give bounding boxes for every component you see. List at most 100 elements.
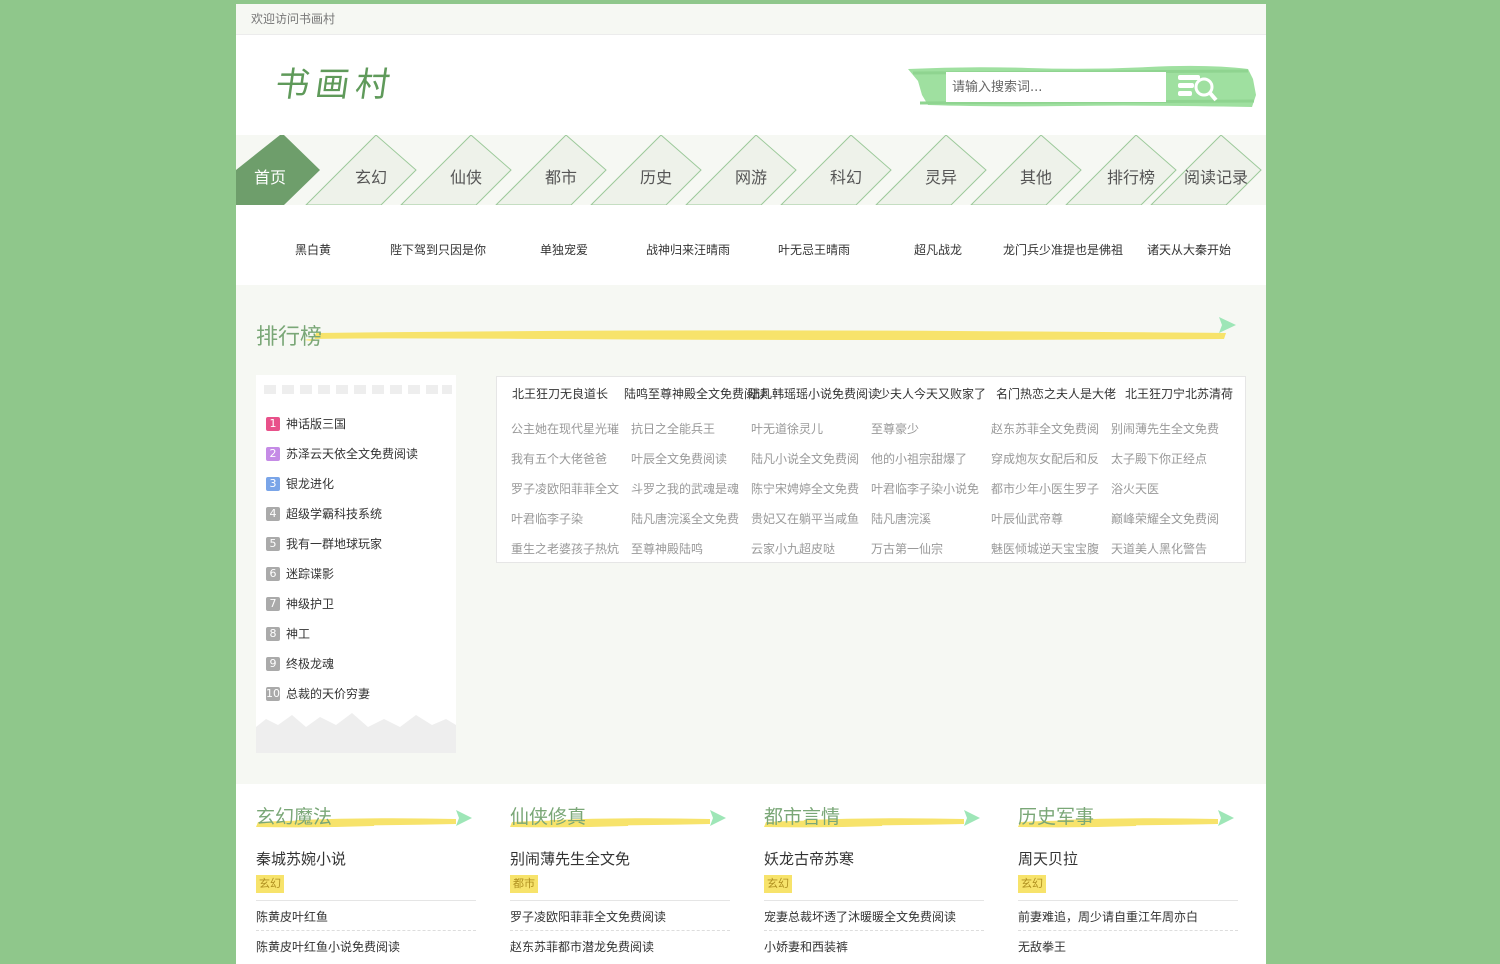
ranking-grid-link[interactable]: 重生之老婆孩子热炕 xyxy=(511,540,623,557)
header: 书画村 xyxy=(236,35,1266,135)
category-book-link[interactable]: 赵东苏菲都市潜龙免费阅读 xyxy=(510,938,654,955)
ranking-header-link[interactable]: 陆鸣至尊神殿全文免费阅读 xyxy=(624,385,768,402)
category-divider xyxy=(764,930,984,931)
category-box: 仙侠修真别闹薄先生全文免 都市罗子凌欧阳菲菲全文免费阅读 赵东苏菲都市潜龙免费阅读 xyxy=(510,784,732,964)
category-featured-book[interactable]: 妖龙古帝苏寒 xyxy=(764,848,854,869)
search-input[interactable] xyxy=(946,72,1166,102)
hot-searches: 黑白黄 陛下驾到只因是你 单独宠爱 战神归来汪晴雨 叶无忌王晴雨 超凡战龙 龙门兵少准提也是… xyxy=(236,205,1266,285)
nav-item-1[interactable]: 玄幻 xyxy=(331,135,411,205)
ranking-grid-link[interactable]: 抗日之全能兵王 xyxy=(631,420,743,437)
category-featured-book[interactable]: 秦城苏婉小说 xyxy=(256,848,346,869)
ranking-grid-link[interactable]: 贵妃又在躺平当咸鱼 xyxy=(751,510,863,527)
top10-list: 1 神话版三国 2 苏泽云天依全文免费阅读 3 银龙进化 4 超级学霸科技系统 5 我有一群地球玩… xyxy=(256,375,456,753)
nav-item-9[interactable]: 排行榜 xyxy=(1091,135,1171,205)
category-title: 玄幻魔法 xyxy=(256,806,333,828)
category-book-link[interactable]: 陈黄皮叶红鱼 xyxy=(256,908,328,925)
hot-search-link[interactable]: 超凡战龙 xyxy=(914,241,962,258)
category-book-link[interactable]: 前妻难追，周少请自重江年周亦白 xyxy=(1018,908,1198,925)
ranking-grid-link[interactable]: 至尊豪少 xyxy=(871,420,983,437)
ranking-grid-link[interactable]: 云家小九超皮哒 xyxy=(751,540,863,557)
ranking-section: 排行榜 1 神话版三国 2 苏泽云天依全文免费阅读 3 银龙进化 4 超级学霸科技系统 5 我有一… xyxy=(236,285,1266,785)
category-tag-badge: 玄幻 xyxy=(764,875,792,893)
ranking-grid-link[interactable]: 叶无道徐灵儿 xyxy=(751,420,863,437)
ranking-grid-link[interactable]: 叶辰仙武帝尊 xyxy=(991,510,1103,527)
ranking-grid-link[interactable]: 他的小祖宗甜爆了 xyxy=(871,450,983,467)
category-book-link[interactable]: 无敌拳王 xyxy=(1018,938,1066,955)
ranking-grid-link[interactable]: 陆凡小说全文免费阅 xyxy=(751,450,863,467)
nav-item-3[interactable]: 都市 xyxy=(521,135,601,205)
ranking-title-underline xyxy=(304,317,1236,341)
category-featured-book[interactable]: 别闹薄先生全文免 xyxy=(510,848,630,869)
ranking-grid-link[interactable]: 陆凡唐浣溪全文免费 xyxy=(631,510,743,527)
ranking-grid-link[interactable]: 斗罗之我的武魂是魂 xyxy=(631,480,743,497)
ranking-grid: 北王狂刀无良道长 陆鸣至尊神殿全文免费阅读 陆凡韩瑶瑶小说免费阅读 少夫人今天又败家了… xyxy=(496,376,1246,563)
ranking-grid-link[interactable]: 至尊神殿陆鸣 xyxy=(631,540,743,557)
ranking-grid-link[interactable]: 浴火天医 xyxy=(1111,480,1223,497)
ranking-grid-link[interactable]: 魅医倾城逆天宝宝腹 xyxy=(991,540,1103,557)
category-divider xyxy=(256,930,476,931)
ranking-grid-link[interactable]: 罗子凌欧阳菲菲全文 xyxy=(511,480,623,497)
category-tag-badge: 玄幻 xyxy=(256,875,284,893)
nav-item-2[interactable]: 仙侠 xyxy=(426,135,506,205)
main-nav: 首页 玄幻 仙侠 都市 历史 网游 科幻 灵异 其他 排行榜 阅读记录 xyxy=(236,135,1266,205)
ranking-header-link[interactable]: 陆凡韩瑶瑶小说免费阅读 xyxy=(748,385,880,402)
ranking-grid-link[interactable]: 赵东苏菲全文免费阅 xyxy=(991,420,1103,437)
hot-search-link[interactable]: 诸天从大秦开始 xyxy=(1147,241,1231,258)
nav-item-6[interactable]: 科幻 xyxy=(806,135,886,205)
welcome-text: 欢迎访问书画村 xyxy=(251,12,336,26)
nav-item-8[interactable]: 其他 xyxy=(996,135,1076,205)
hot-search-link[interactable]: 叶无忌王晴雨 xyxy=(778,241,850,258)
ranking-grid-link[interactable]: 巅峰荣耀全文免费阅 xyxy=(1111,510,1223,527)
ranking-grid-link[interactable]: 叶君临李子染小说免 xyxy=(871,480,983,497)
category-tag-badge: 玄幻 xyxy=(1018,875,1046,893)
top10-decoration xyxy=(256,385,456,753)
ranking-grid-link[interactable]: 别闹薄先生全文免费 xyxy=(1111,420,1223,437)
ranking-header-link[interactable]: 名门热恋之夫人是大佬 xyxy=(996,385,1116,402)
ranking-grid-link[interactable]: 穿成炮灰女配后和反 xyxy=(991,450,1103,467)
category-title: 历史军事 xyxy=(1018,806,1095,828)
ranking-grid-link[interactable]: 陈宁宋娉婷全文免费 xyxy=(751,480,863,497)
ranking-grid-link[interactable]: 公主她在现代星光璀 xyxy=(511,420,623,437)
ranking-grid-link[interactable]: 叶君临李子染 xyxy=(511,510,623,527)
nav-item-0[interactable]: 首页 xyxy=(236,135,304,205)
ranking-header-link[interactable]: 北王狂刀无良道长 xyxy=(512,385,608,402)
category-box: 历史军事周天贝拉玄幻前妻难追，周少请自重江年周亦白 无敌拳王 xyxy=(1018,784,1240,964)
site-logo[interactable]: 书画村 xyxy=(273,57,400,106)
category-divider xyxy=(764,900,984,901)
nav-item-7[interactable]: 灵异 xyxy=(901,135,981,205)
ranking-grid-link[interactable]: 万古第一仙宗 xyxy=(871,540,983,557)
category-book-link[interactable]: 小娇妻和西装裤 xyxy=(764,938,848,955)
ranking-grid-link[interactable]: 天道美人黑化警告 xyxy=(1111,540,1223,557)
category-title: 都市言情 xyxy=(764,806,841,828)
nav-item-10[interactable]: 阅读记录 xyxy=(1176,135,1256,205)
hot-search-link[interactable]: 战神归来汪晴雨 xyxy=(646,241,730,258)
nav-item-5[interactable]: 网游 xyxy=(711,135,791,205)
search-icon[interactable] xyxy=(1176,69,1220,105)
ranking-grid-link[interactable]: 叶辰全文免费阅读 xyxy=(631,450,743,467)
hot-search-link[interactable]: 陛下驾到只因是你 xyxy=(390,241,486,258)
category-divider xyxy=(256,900,476,901)
category-book-link[interactable]: 罗子凌欧阳菲菲全文免费阅读 xyxy=(510,908,666,925)
category-box: 玄幻魔法秦城苏婉小说 玄幻陈黄皮叶红鱼陈黄皮叶红鱼小说免费阅读 xyxy=(256,784,478,964)
nav-item-4[interactable]: 历史 xyxy=(616,135,696,205)
ranking-grid-link[interactable]: 太子殿下你正经点 xyxy=(1111,450,1223,467)
ranking-grid-link[interactable]: 都市少年小医生罗子 xyxy=(991,480,1103,497)
category-tag-badge: 都市 xyxy=(510,875,538,893)
ranking-header-link[interactable]: 北王狂刀宁北苏清荷 xyxy=(1125,385,1233,402)
category-book-link[interactable]: 宠妻总裁坏透了沐暖暖全文免费阅读 xyxy=(764,908,956,925)
category-divider xyxy=(1018,930,1238,931)
category-featured-book[interactable]: 周天贝拉 xyxy=(1018,848,1078,869)
category-title: 仙侠修真 xyxy=(510,806,587,828)
category-box: 都市言情妖龙古帝苏寒 玄幻宠妻总裁坏透了沐暖暖全文免费阅读 小娇妻和西装裤 xyxy=(764,784,986,964)
ranking-grid-link[interactable]: 我有五个大佬爸爸 xyxy=(511,450,623,467)
search-box xyxy=(908,65,1258,109)
hot-search-link[interactable]: 黑白黄 xyxy=(295,241,331,258)
hot-search-link[interactable]: 单独宠爱 xyxy=(540,241,588,258)
page: 欢迎访问书画村 书画村 首页玄幻仙侠都市历史网游科幻灵异其他排行榜阅读记录 黑白… xyxy=(236,4,1266,964)
category-divider xyxy=(1018,900,1238,901)
category-book-link[interactable]: 陈黄皮叶红鱼小说免费阅读 xyxy=(256,938,400,955)
category-divider xyxy=(510,930,730,931)
ranking-grid-link[interactable]: 陆凡唐浣溪 xyxy=(871,510,983,527)
hot-search-link[interactable]: 龙门兵少准提也是佛祖 xyxy=(1003,241,1123,258)
ranking-header-link[interactable]: 少夫人今天又败家了 xyxy=(878,385,986,402)
